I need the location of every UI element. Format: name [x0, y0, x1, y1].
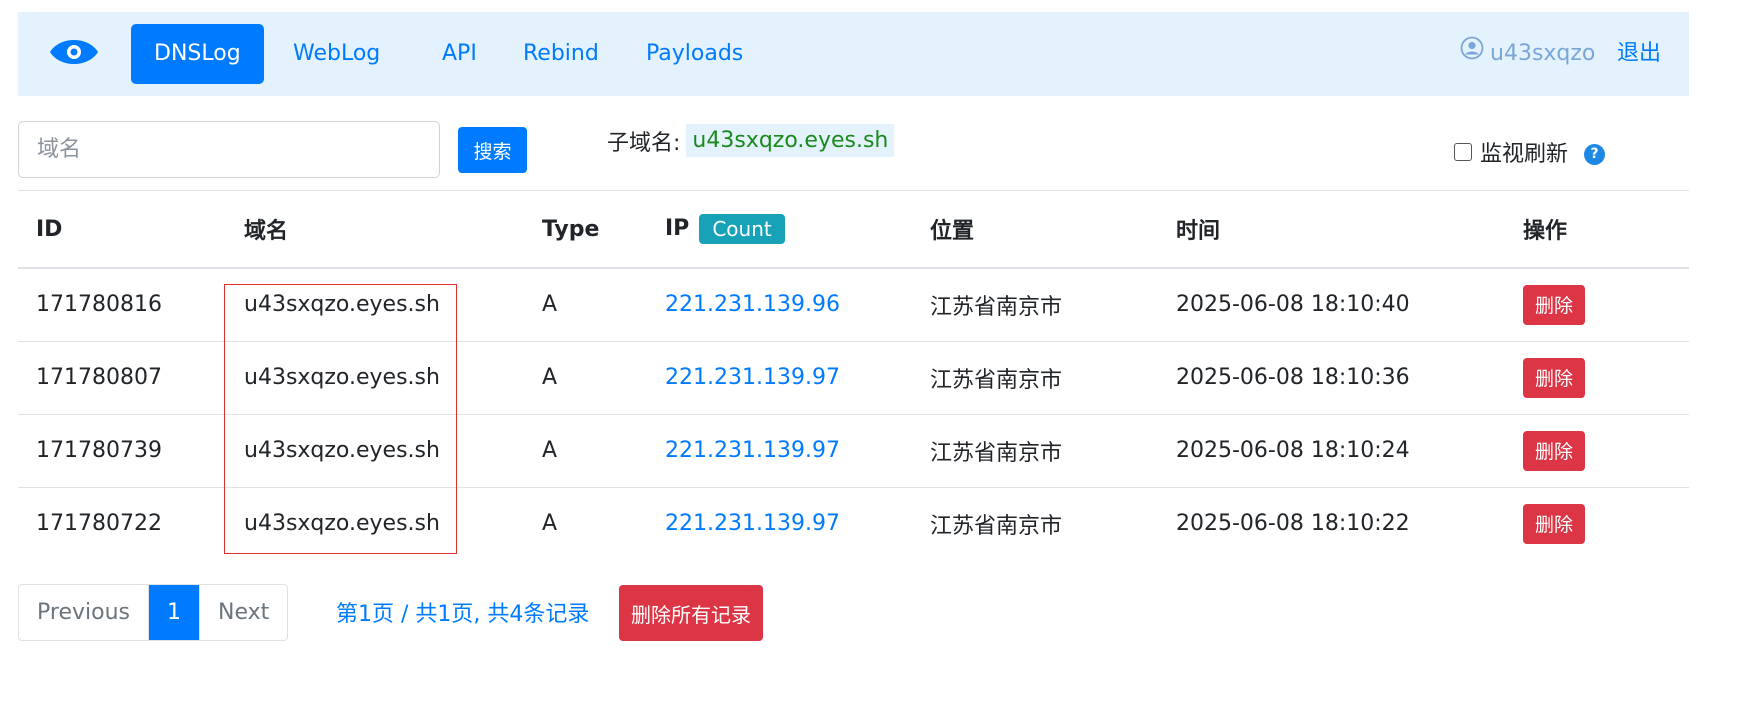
subdomain-value: u43sxqzo.eyes.sh — [686, 124, 895, 157]
table-row: 171780816 u43sxqzo.eyes.sh A 221.231.139… — [18, 268, 1689, 342]
cell-domain: u43sxqzo.eyes.sh — [226, 341, 524, 415]
cell-domain: u43sxqzo.eyes.sh — [244, 511, 440, 537]
table-row: 171780722 u43sxqzo.eyes.sh A 221.231.139… — [18, 487, 1689, 560]
cell-actions: 删除 — [1505, 414, 1689, 488]
tab-payloads[interactable]: Payloads — [646, 24, 743, 84]
cell-time: 2025-06-08 18:10:24 — [1158, 414, 1505, 488]
cell-location: 江苏省南京市 — [912, 414, 1158, 488]
page-info: 第1页 / 共1页, 共4条记录 — [336, 602, 590, 627]
table-row: 171780739 u43sxqzo.eyes.sh A 221.231.139… — [18, 414, 1689, 488]
cell-id: 171780739 — [18, 414, 226, 488]
table-header-row: ID 域名 Type IP Count 位置 时间 操作 — [18, 191, 1689, 269]
cell-location: 江苏省南京市 — [930, 513, 1063, 539]
cell-ip: 221.231.139.97 — [647, 487, 912, 560]
monitor-refresh-checkbox[interactable] — [1454, 143, 1472, 161]
cell-time: 2025-06-08 18:10:22 — [1176, 511, 1410, 537]
cell-time: 2025-06-08 18:10:36 — [1158, 341, 1505, 415]
delete-button[interactable]: 删除 — [1523, 503, 1586, 544]
tab-api[interactable]: API — [442, 24, 477, 84]
delete-button[interactable]: 删除 — [1523, 357, 1586, 398]
next-page-button[interactable]: Next — [198, 585, 287, 640]
eye-icon[interactable] — [48, 34, 100, 70]
pagination: Previous 1 Next — [18, 584, 289, 641]
column-header-actions: 操作 — [1505, 191, 1689, 269]
cell-location: 江苏省南京市 — [912, 341, 1158, 415]
cell-time: 2025-06-08 18:10:40 — [1158, 268, 1505, 342]
column-header-domain: 域名 — [226, 191, 524, 269]
navbar: DNSLog WebLog API Rebind Payloads u43sxq… — [18, 12, 1689, 96]
column-header-type: Type — [524, 191, 647, 269]
table-row: 171780807 u43sxqzo.eyes.sh A 221.231.139… — [18, 341, 1689, 415]
cell-actions: 删除 — [1505, 341, 1689, 415]
current-page-button[interactable]: 1 — [147, 585, 199, 640]
cell-ip: 221.231.139.97 — [647, 414, 912, 488]
monitor-refresh-label: 监视刷新 — [1480, 142, 1569, 167]
cell-domain: u43sxqzo.eyes.sh — [226, 268, 524, 342]
column-header-ip: IP Count — [647, 191, 912, 269]
help-icon[interactable]: ? — [1584, 143, 1606, 165]
column-header-ip-label: IP — [665, 216, 690, 241]
ip-link[interactable]: 221.231.139.97 — [665, 365, 840, 390]
previous-page-button[interactable]: Previous — [19, 585, 148, 640]
ip-link[interactable]: 221.231.139.97 — [665, 511, 840, 536]
column-header-id: ID — [18, 191, 226, 269]
cell-type: A — [524, 414, 647, 488]
cell-ip: 221.231.139.96 — [647, 268, 912, 342]
tab-weblog[interactable]: WebLog — [293, 24, 380, 84]
delete-all-button[interactable]: 删除所有记录 — [619, 585, 763, 641]
cell-type: A — [542, 511, 558, 537]
tab-dnslog[interactable]: DNSLog — [131, 24, 264, 84]
cell-type: A — [524, 268, 647, 342]
cell-domain: u43sxqzo.eyes.sh — [226, 414, 524, 488]
cell-id: 171780722 — [36, 511, 162, 537]
dns-log-table: ID 域名 Type IP Count 位置 时间 操作 171780816 u4… — [18, 191, 1689, 560]
search-button[interactable]: 搜索 — [458, 127, 527, 173]
delete-button[interactable]: 删除 — [1523, 284, 1586, 325]
monitor-refresh: 监视刷新 ? — [1454, 136, 1606, 168]
cell-ip: 221.231.139.97 — [647, 341, 912, 415]
username: u43sxqzo — [1490, 41, 1596, 66]
tab-rebind[interactable]: Rebind — [523, 24, 599, 84]
user-menu[interactable]: u43sxqzo — [1460, 24, 1595, 84]
count-badge[interactable]: Count — [699, 214, 785, 244]
domain-search-input[interactable] — [18, 121, 440, 178]
cell-actions: 删除 — [1505, 268, 1689, 342]
cell-type: A — [524, 341, 647, 415]
ip-link[interactable]: 221.231.139.96 — [665, 292, 840, 317]
subdomain-label: 子域名: — [607, 130, 681, 156]
logout-link[interactable]: 退出 — [1617, 24, 1661, 84]
column-header-location: 位置 — [912, 191, 1158, 269]
delete-button[interactable]: 删除 — [1523, 430, 1586, 471]
column-header-time: 时间 — [1158, 191, 1505, 269]
cell-id: 171780816 — [18, 268, 226, 342]
cell-actions: 删除 — [1505, 487, 1689, 560]
cell-location: 江苏省南京市 — [912, 268, 1158, 342]
user-circle-icon — [1460, 24, 1484, 84]
ip-link[interactable]: 221.231.139.97 — [665, 438, 840, 463]
cell-id: 171780807 — [18, 341, 226, 415]
subdomain-display: 子域名: u43sxqzo.eyes.sh — [607, 124, 895, 157]
